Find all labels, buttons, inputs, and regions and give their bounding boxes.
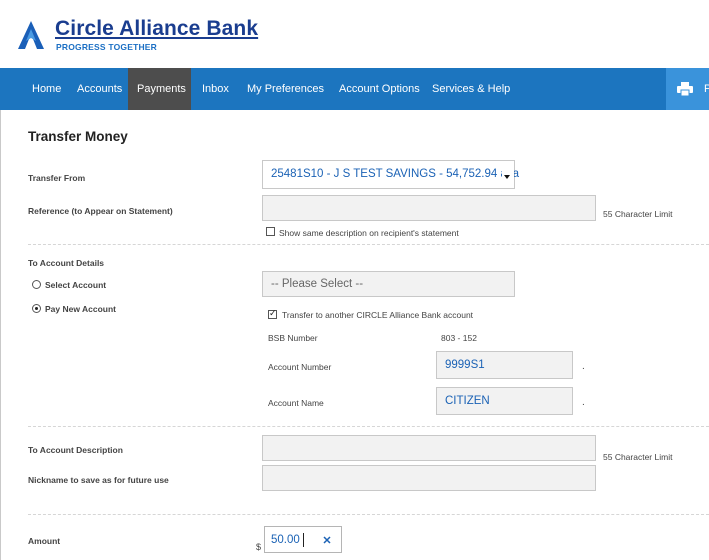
amount-value: 50.00 xyxy=(271,534,300,546)
to-account-description-label: To Account Description xyxy=(28,445,123,455)
reference-limit: 55 Character Limit xyxy=(603,209,673,219)
transfer-from-select[interactable]: 25481S10 - J S TEST SAVINGS - 54,752.94 … xyxy=(262,160,519,189)
text-cursor xyxy=(303,533,304,547)
account-select[interactable]: -- Please Select -- xyxy=(262,271,515,297)
reference-input[interactable] xyxy=(262,195,596,221)
print-label[interactable]: P xyxy=(704,68,709,110)
account-name-input[interactable]: CITIZEN xyxy=(436,387,573,415)
site-header: Circle Alliance Bank PROGRESS TOGETHER xyxy=(0,0,709,68)
nickname-label: Nickname to save as for future use xyxy=(28,475,169,485)
account-select-placeholder: -- Please Select -- xyxy=(271,278,364,290)
nav-payments[interactable]: Payments xyxy=(128,68,191,110)
nickname-input[interactable] xyxy=(262,465,596,491)
account-number-label: Account Number xyxy=(268,362,332,372)
nav-inbox[interactable]: Inbox xyxy=(192,68,232,110)
same-description-checkbox[interactable] xyxy=(266,227,275,236)
account-number-input[interactable]: 9999S1 xyxy=(436,351,573,379)
account-name-value: CITIZEN xyxy=(445,395,490,407)
brand-tagline: PROGRESS TOGETHER xyxy=(56,42,158,52)
account-number-value: 9999S1 xyxy=(445,359,485,371)
to-account-description-input[interactable] xyxy=(262,435,596,461)
nav-services-help[interactable]: Services & Help xyxy=(422,68,512,110)
printer-icon[interactable] xyxy=(677,82,693,96)
bsb-value: 803 - 152 xyxy=(441,333,477,343)
select-account-radio[interactable] xyxy=(32,280,41,289)
currency-symbol: $ xyxy=(256,542,262,552)
required-marker: . xyxy=(582,397,585,408)
print-button[interactable]: P xyxy=(666,68,709,110)
transfer-other-account-checkbox[interactable] xyxy=(268,308,277,319)
amount-input[interactable]: 50.00 xyxy=(264,526,342,553)
pay-new-account-label[interactable]: Pay New Account xyxy=(45,304,116,314)
nav-account-options[interactable]: Account Options xyxy=(329,68,421,110)
section-divider xyxy=(28,514,709,515)
dropdown-arrow-icon[interactable] xyxy=(504,175,510,179)
transfer-from-value: 25481S10 - J S TEST SAVINGS - 54,752.94 … xyxy=(271,168,520,180)
select-account-label[interactable]: Select Account xyxy=(45,280,106,290)
transfer-other-account-label[interactable]: Transfer to another CIRCLE Alliance Bank… xyxy=(282,310,473,320)
required-marker: . xyxy=(582,361,585,372)
section-divider xyxy=(28,244,709,245)
nav-accounts[interactable]: Accounts xyxy=(66,68,124,110)
clear-icon[interactable] xyxy=(323,536,331,544)
same-description-label[interactable]: Show same description on recipient's sta… xyxy=(279,228,459,238)
transfer-from-label: Transfer From xyxy=(28,173,86,183)
bank-logo-icon[interactable] xyxy=(18,21,44,49)
nav-home[interactable]: Home xyxy=(22,68,62,110)
section-divider xyxy=(28,426,709,427)
reference-label: Reference (to Appear on Statement) xyxy=(28,206,173,216)
brand-name[interactable]: Circle Alliance Bank xyxy=(55,17,258,41)
bsb-label: BSB Number xyxy=(268,333,318,343)
amount-label: Amount xyxy=(28,536,61,546)
account-name-label: Account Name xyxy=(268,398,324,408)
page-title: Transfer Money xyxy=(28,129,128,144)
main-navigation: Home Accounts Payments Inbox My Preferen… xyxy=(0,68,709,110)
to-account-header: To Account Details xyxy=(28,258,105,268)
pay-new-account-radio[interactable] xyxy=(32,304,41,313)
to-account-description-limit: 55 Character Limit xyxy=(603,452,673,462)
nav-my-preferences[interactable]: My Preferences xyxy=(237,68,327,110)
